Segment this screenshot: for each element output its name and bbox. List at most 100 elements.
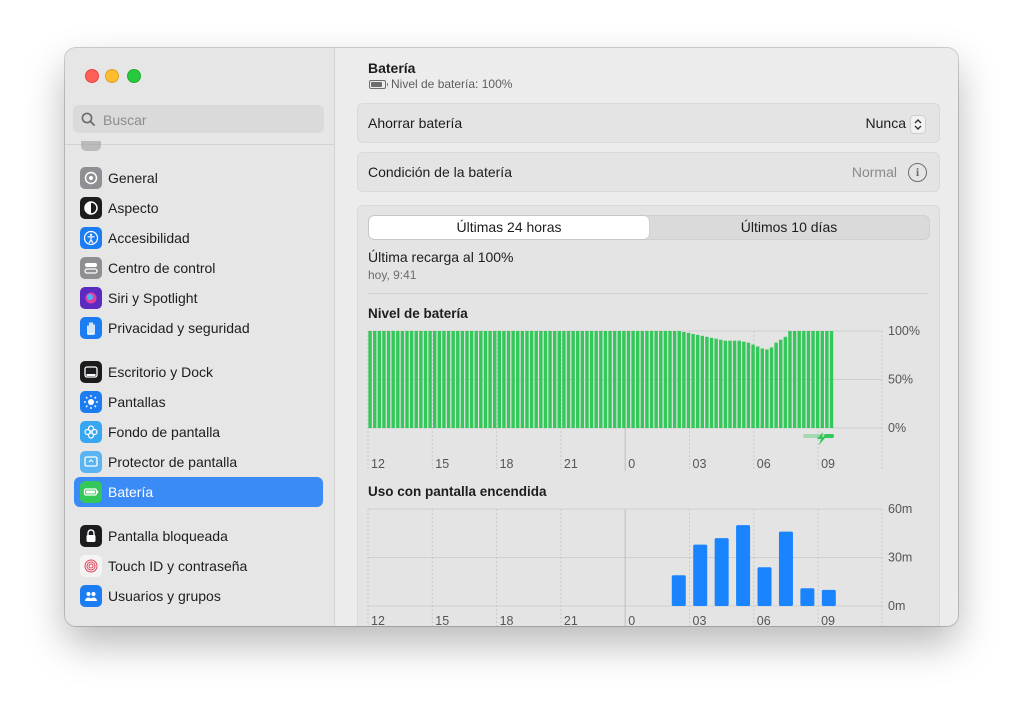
tab-last-24-hours[interactable]: Últimas 24 horas <box>369 216 649 239</box>
battery-bar <box>737 340 741 428</box>
battery-bar <box>474 331 478 428</box>
battery-bar <box>419 331 423 428</box>
sidebar-item-escritorio-y-dock[interactable]: Escritorio y Dock <box>74 357 323 387</box>
x-tick-label: 12 <box>371 614 385 626</box>
battery-bar <box>594 331 598 428</box>
info-icon[interactable]: i <box>908 163 927 182</box>
battery-bar <box>672 331 677 428</box>
screen-usage-chart: 60m 30m 0m 12 15 18 21 0 03 06 09 <box>367 502 912 626</box>
battery-bar <box>631 331 635 428</box>
tab-last-10-days[interactable]: Últimos 10 días <box>649 216 929 239</box>
battery-bar <box>469 331 474 428</box>
low-power-select[interactable]: Nunca <box>866 115 906 131</box>
search-icon <box>81 112 95 126</box>
sun-icon <box>80 391 102 413</box>
x-tick-label: 0 <box>628 457 635 471</box>
x-tick-label: 21 <box>564 457 578 471</box>
battery-bar <box>659 331 663 428</box>
x-tick-label: 03 <box>693 614 707 626</box>
settings-window: General Aspecto Accesibilidad Centro de con… <box>65 48 958 626</box>
sidebar-item-bateria[interactable]: Batería <box>74 477 323 507</box>
battery-bar <box>520 331 525 428</box>
battery-bar <box>562 331 566 428</box>
battery-bar <box>677 331 681 428</box>
battery-bar <box>502 331 506 428</box>
battery-bar <box>691 333 695 428</box>
search-input[interactable] <box>101 109 315 131</box>
usage-panel: Últimas 24 horas Últimos 10 días Última … <box>357 205 940 626</box>
minimize-window-button[interactable] <box>105 69 119 83</box>
battery-bar <box>373 331 377 428</box>
sidebar-item-privacidad-y-seguridad[interactable]: Privacidad y seguridad <box>74 313 323 343</box>
sidebar-item-fondo-de-pantalla[interactable]: Fondo de pantalla <box>74 417 323 447</box>
sidebar-item-pantallas[interactable]: Pantallas <box>74 387 323 417</box>
battery-bar <box>428 331 432 428</box>
sidebar-item-label: Escritorio y Dock <box>108 364 214 380</box>
battery-bar <box>432 331 437 428</box>
usage-bar <box>757 567 772 606</box>
battery-bar <box>479 331 483 428</box>
x-tick-label: 06 <box>757 614 771 626</box>
sidebar-item-accesibilidad[interactable]: Accesibilidad <box>74 223 323 253</box>
battery-bar <box>820 331 824 428</box>
battery-health-row: Condición de la batería Normal i <box>357 152 940 192</box>
sidebar-item-touch-id-y-contrasena[interactable]: Touch ID y contraseña <box>74 551 323 581</box>
sidebar-item-siri-y-spotlight[interactable]: Siri y Spotlight <box>74 283 323 313</box>
chevron-updown-icon[interactable] <box>910 115 926 134</box>
sidebar-item-general[interactable]: General <box>74 163 323 193</box>
screensaver-icon <box>80 451 102 473</box>
battery-bar <box>714 338 718 428</box>
sidebar-item-aspecto[interactable]: Aspecto <box>74 193 323 223</box>
search-field[interactable] <box>73 105 324 133</box>
battery-bar <box>506 331 511 428</box>
low-power-row: Ahorrar batería Nunca <box>357 103 940 143</box>
battery-bar <box>760 348 764 428</box>
lock-icon <box>80 525 102 547</box>
battery-bar <box>626 331 631 428</box>
sidebar-item-centro-de-control[interactable]: Centro de control <box>74 253 323 283</box>
battery-bar <box>617 331 621 428</box>
sidebar-item-label: Accesibilidad <box>108 230 190 246</box>
sidebar-item-label: Privacidad y seguridad <box>108 320 250 336</box>
dock-icon <box>80 361 102 383</box>
sidebar-item-label: General <box>108 170 158 186</box>
x-tick-label: 21 <box>564 614 578 626</box>
siri-icon <box>80 287 102 309</box>
battery-icon <box>80 481 102 503</box>
x-tick-label: 18 <box>500 457 514 471</box>
battery-bar <box>465 331 469 428</box>
battery-bar <box>400 331 405 428</box>
maximize-window-button[interactable] <box>127 69 141 83</box>
battery-bar <box>751 344 755 428</box>
battery-bar <box>636 331 640 428</box>
wallpaper-icon <box>80 421 102 443</box>
battery-bar <box>414 331 418 428</box>
sidebar-item-usuarios-y-grupos[interactable]: Usuarios y grupos <box>74 581 323 611</box>
sidebar-item-pantalla-bloqueada[interactable]: Pantalla bloqueada <box>74 521 323 551</box>
users-icon <box>80 585 102 607</box>
sidebar-item-protector-de-pantalla[interactable]: Protector de pantalla <box>74 447 323 477</box>
battery-bar <box>728 340 732 428</box>
battery-bar <box>409 331 414 428</box>
battery-bar <box>802 331 806 428</box>
battery-level-icon <box>369 80 388 89</box>
battery-bar <box>663 331 668 428</box>
y-tick-label: 60m <box>888 502 912 516</box>
sidebar-item-label: Aspecto <box>108 200 159 216</box>
battery-bar <box>585 331 589 428</box>
battery-bar <box>765 349 769 428</box>
appearance-icon <box>80 197 102 219</box>
battery-bar <box>405 331 409 428</box>
battery-bar <box>815 331 820 428</box>
battery-bar <box>396 331 400 428</box>
battery-bar <box>640 331 645 428</box>
close-window-button[interactable] <box>85 69 99 83</box>
sidebar-item-label: Centro de control <box>108 260 216 276</box>
battery-bar <box>695 334 700 428</box>
battery-bar <box>705 336 709 428</box>
x-tick-label: 12 <box>371 457 385 471</box>
battery-bar <box>797 331 801 428</box>
sidebar-item-label: Batería <box>108 484 154 500</box>
battery-bar <box>723 340 728 428</box>
y-tick-label: 100% <box>888 324 920 338</box>
